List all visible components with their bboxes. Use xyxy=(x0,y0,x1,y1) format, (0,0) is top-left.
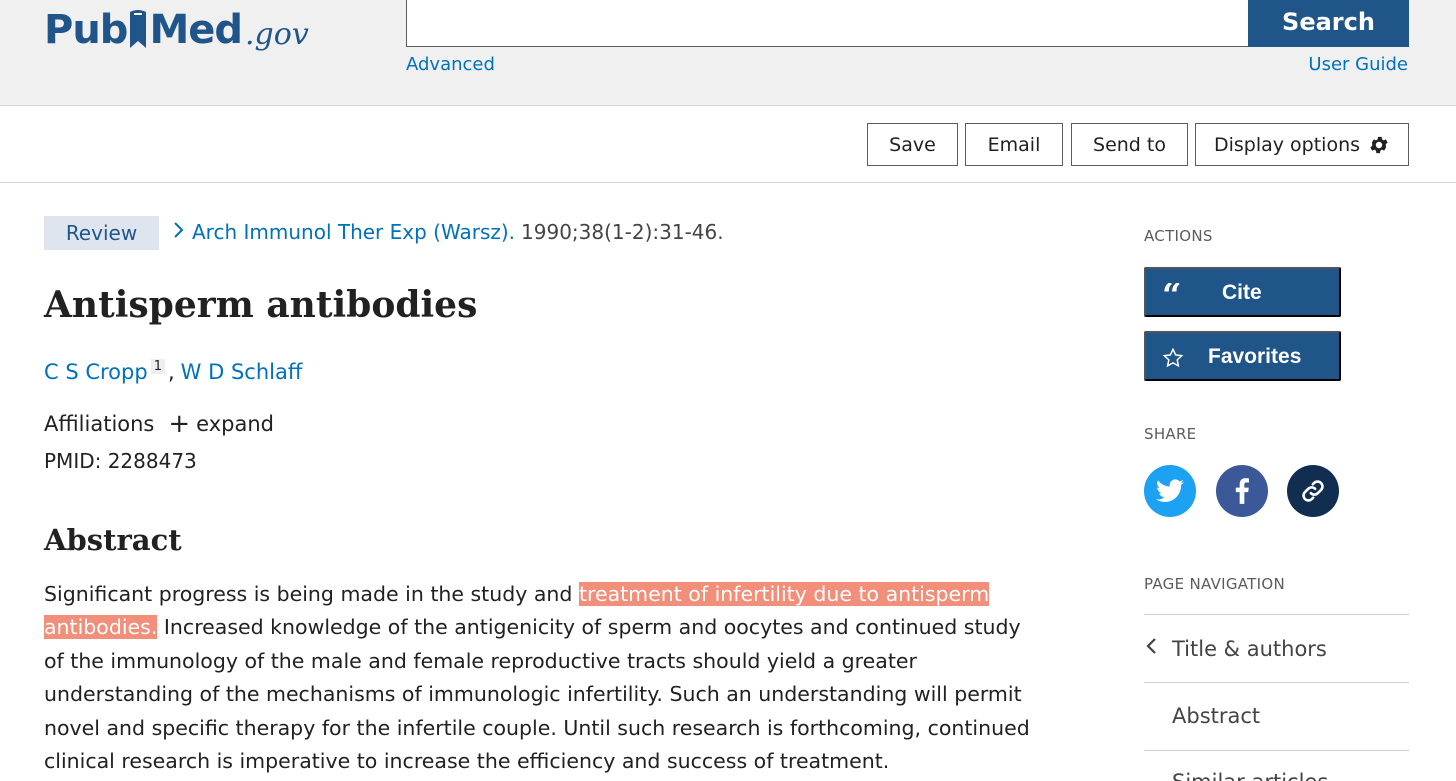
send-to-button[interactable]: Send to xyxy=(1071,123,1188,166)
twitter-share-button[interactable] xyxy=(1144,465,1196,517)
site-header: Pub Med .gov Search Advanced User Guide xyxy=(0,0,1456,106)
journal-citation: Arch Immunol Ther Exp (Warsz). 1990;38(1… xyxy=(172,220,724,244)
logo-text-gov: .gov xyxy=(245,17,309,52)
nav-item-abstract[interactable]: Abstract xyxy=(1172,704,1260,728)
author-separator: , xyxy=(167,360,175,384)
favorites-label: Favorites xyxy=(1208,345,1302,368)
affiliations-label: Affiliations xyxy=(44,412,155,436)
search-input[interactable] xyxy=(406,0,1249,47)
nav-divider xyxy=(1144,682,1409,683)
abstract-heading: Abstract xyxy=(44,523,182,557)
nav-item-similar-articles[interactable]: Similar articles xyxy=(1172,770,1328,781)
nav-item-label: Title & authors xyxy=(1172,636,1327,661)
link-icon xyxy=(1302,480,1324,502)
author-link[interactable]: C S Cropp xyxy=(44,360,148,384)
plus-icon: + xyxy=(168,409,191,439)
journal-link[interactable]: Arch Immunol Ther Exp (Warsz). xyxy=(192,220,515,244)
chevron-left-icon xyxy=(1144,636,1160,661)
article-title: Antisperm antibodies xyxy=(44,284,478,326)
abstract-text-rest: Increased knowledge of the antigenicity … xyxy=(44,615,1030,774)
display-options-label: Display options xyxy=(1213,133,1361,156)
save-button[interactable]: Save xyxy=(867,123,958,166)
affiliation-ref[interactable]: 1 xyxy=(150,359,165,374)
nav-item-title-authors[interactable]: Title & authors xyxy=(1144,636,1327,661)
facebook-icon xyxy=(1235,478,1249,504)
star-icon xyxy=(1162,347,1184,375)
abstract-text-start: Significant progress is being made in th… xyxy=(44,582,579,606)
facebook-share-button[interactable] xyxy=(1216,465,1268,517)
logo-text-pub: Pub xyxy=(44,7,128,53)
nav-divider xyxy=(1144,750,1409,751)
permalink-button[interactable] xyxy=(1287,465,1339,517)
article-toolbar: Save Email Send to Display options xyxy=(0,107,1456,183)
logo-text-med: Med xyxy=(149,7,243,53)
actions-label: ACTIONS xyxy=(1144,227,1213,245)
share-label: SHARE xyxy=(1144,425,1197,443)
user-guide-link[interactable]: User Guide xyxy=(1308,54,1408,75)
twitter-icon xyxy=(1156,479,1184,502)
advanced-search-link[interactable]: Advanced xyxy=(406,54,495,75)
favorites-button[interactable]: Favorites xyxy=(1144,331,1341,381)
affiliations-toggle[interactable]: Affiliations + expand xyxy=(44,411,274,437)
pmid: PMID: 2288473 xyxy=(44,449,197,473)
nav-divider xyxy=(1144,614,1409,615)
nav-item-label: Abstract xyxy=(1172,704,1261,728)
gear-icon xyxy=(1370,136,1388,153)
expand-label: expand xyxy=(196,412,274,436)
page-navigation-label: PAGE NAVIGATION xyxy=(1144,575,1285,593)
cite-button[interactable]: “ Cite xyxy=(1144,267,1341,317)
bookmark-icon xyxy=(128,8,148,50)
chevron-right-icon xyxy=(172,220,184,244)
author-list: C S Cropp 1 , W D Schlaff xyxy=(44,359,303,384)
quote-icon: “ xyxy=(1162,276,1184,316)
cite-label: Cite xyxy=(1222,281,1262,304)
abstract-text: Significant progress is being made in th… xyxy=(44,578,1044,778)
pubmed-logo[interactable]: Pub Med .gov xyxy=(44,0,309,50)
search-button[interactable]: Search xyxy=(1248,0,1409,47)
nav-item-label: Similar articles xyxy=(1172,770,1328,781)
display-options-button[interactable]: Display options xyxy=(1195,123,1409,166)
article-type-badge: Review xyxy=(44,216,159,250)
svg-text:“: “ xyxy=(1162,283,1182,303)
email-button[interactable]: Email xyxy=(965,123,1063,166)
citation-details: 1990;38(1-2):31-46. xyxy=(521,220,724,244)
author-link[interactable]: W D Schlaff xyxy=(181,360,303,384)
